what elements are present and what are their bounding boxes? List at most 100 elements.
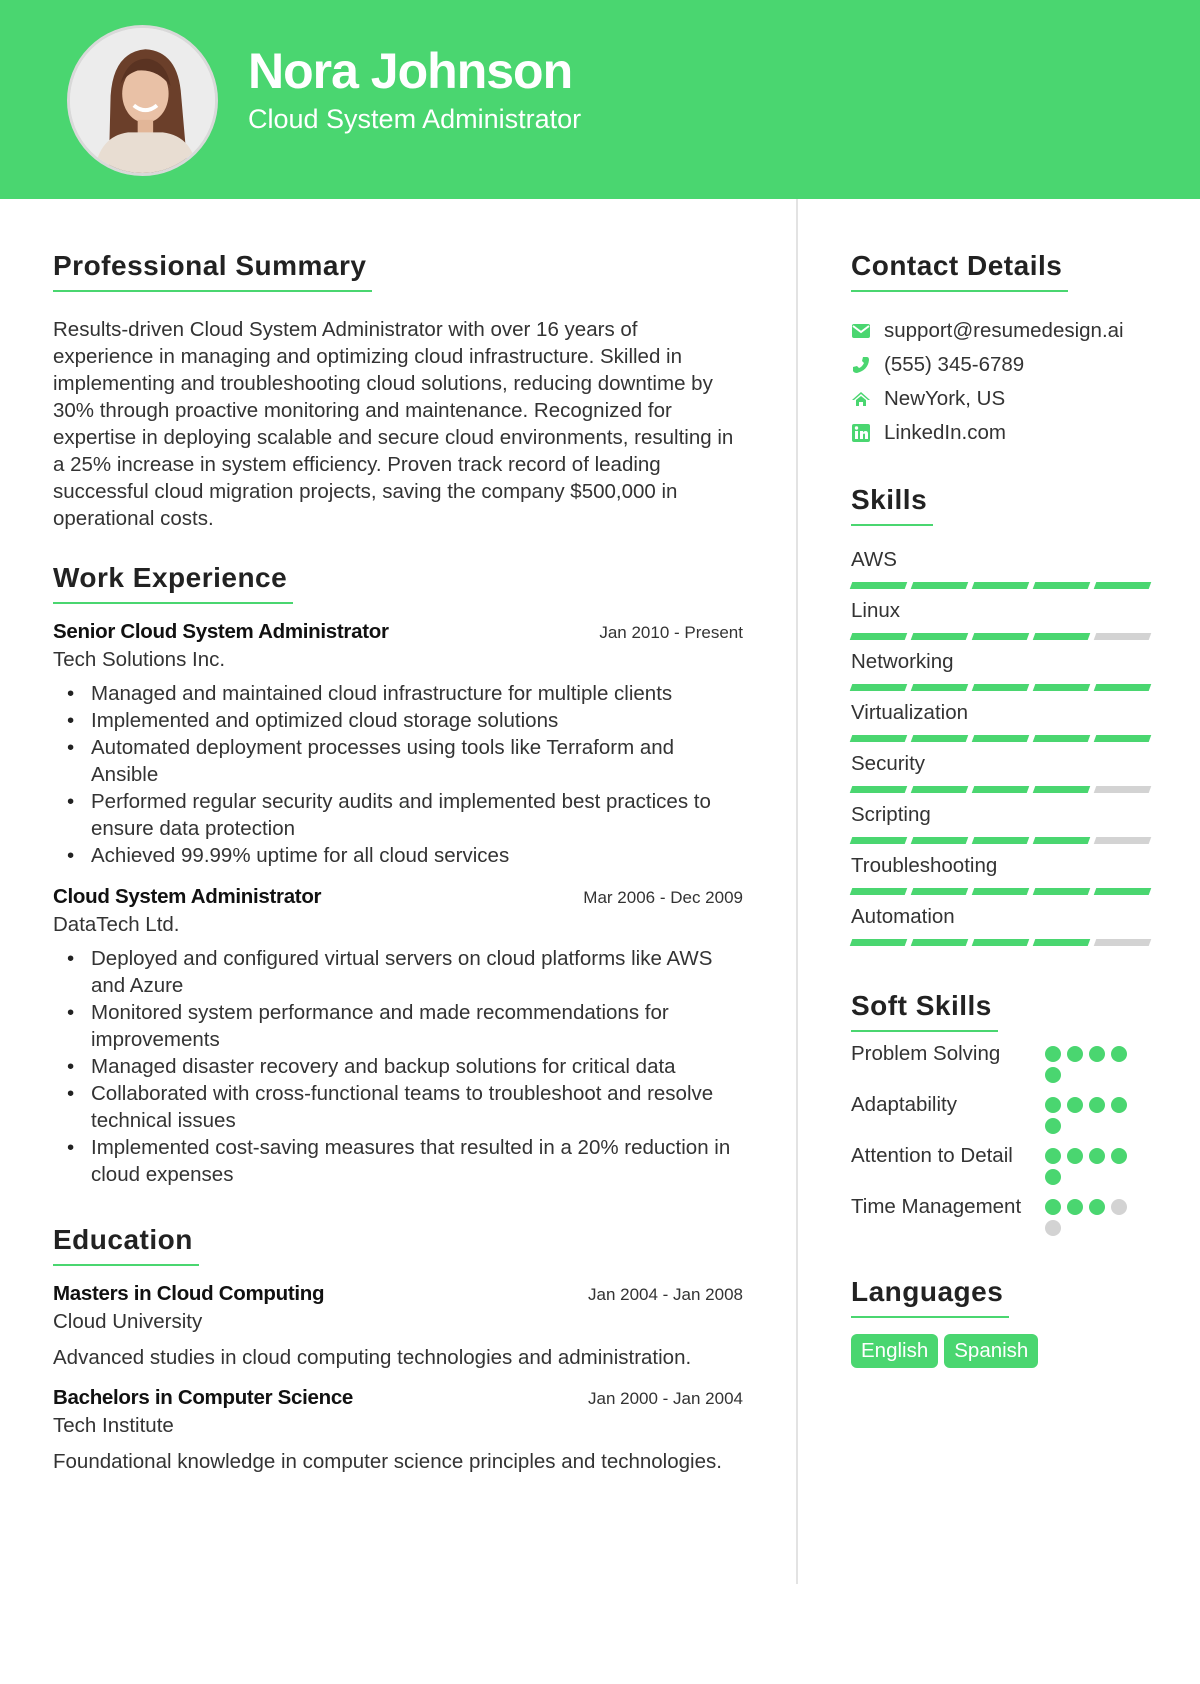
job-bullets: Deployed and configured virtual servers … [53, 945, 743, 1188]
rating-dot [1045, 1118, 1061, 1134]
skill-level-segment [1093, 939, 1152, 946]
contact-list: support@resumedesign.ai (555) 345-6789 New… [851, 314, 1151, 450]
skill-level-segment [1032, 888, 1091, 895]
rating-dot [1045, 1220, 1061, 1236]
skill-item: Scripting [849, 803, 1152, 844]
rating-dot [1067, 1097, 1083, 1113]
soft-skills-section: Soft Skills Problem Solving Adaptability A… [851, 990, 1151, 1236]
skill-level-bar [849, 888, 1152, 895]
main-column: Professional Summary Results-driven Clou… [53, 250, 743, 1504]
skill-level-segment [910, 837, 969, 844]
skill-level-segment [1093, 837, 1152, 844]
job-company: DataTech Ltd. [53, 913, 180, 936]
job-entry: Senior Cloud System Administrator Jan 201… [53, 620, 743, 869]
candidate-title: Cloud System Administrator [248, 104, 582, 134]
skill-level-segment [910, 582, 969, 589]
education-date: Jan 2004 - Jan 2008 [587, 1285, 743, 1304]
bullet-item: Deployed and configured virtual servers … [53, 945, 743, 999]
skill-level-segment [849, 582, 908, 589]
skill-level-segment [849, 684, 908, 691]
job-title: Senior Cloud System Administrator [53, 620, 389, 643]
contact-text[interactable]: LinkedIn.com [884, 421, 1006, 445]
skill-level-segment [971, 939, 1030, 946]
skill-level-segment [910, 684, 969, 691]
skill-name: Linux [851, 599, 901, 622]
bullet-item: Managed disaster recovery and backup sol… [53, 1053, 743, 1080]
soft-skill-name: Time Management [851, 1195, 1022, 1218]
contact-item[interactable]: LinkedIn.com [851, 416, 1151, 450]
school-name: Tech Institute [53, 1414, 174, 1437]
skill-name: Virtualization [851, 701, 968, 724]
job-date: Mar 2006 - Dec 2009 [583, 888, 743, 907]
rating-dot [1089, 1148, 1105, 1164]
skill-name: AWS [851, 548, 897, 571]
contact-text[interactable]: NewYork, US [884, 387, 1005, 411]
skill-name: Troubleshooting [851, 854, 998, 877]
skill-level-segment [1032, 939, 1091, 946]
skill-level-segment [1032, 786, 1091, 793]
section-heading: Education [53, 1224, 199, 1266]
resume-header: Nora Johnson Cloud System Administrator [0, 0, 1200, 199]
job-company: Tech Solutions Inc. [53, 648, 226, 671]
degree-title: Bachelors in Computer Science [53, 1386, 354, 1409]
bullet-item: Collaborated with cross-functional teams… [53, 1080, 743, 1134]
section-heading: Work Experience [53, 562, 294, 604]
contact-item[interactable]: (555) 345-6789 [851, 348, 1151, 382]
contact-item[interactable]: NewYork, US [851, 382, 1151, 416]
contact-text[interactable]: (555) 345-6789 [884, 353, 1024, 377]
rating-dot [1045, 1097, 1061, 1113]
section-heading: Professional Summary [53, 250, 373, 292]
skill-level-segment [1032, 582, 1091, 589]
summary-section: Professional Summary Results-driven Clou… [53, 250, 743, 532]
education-list: Masters in Cloud Computing Jan 2004 - Jan… [53, 1282, 743, 1474]
skill-name: Automation [851, 905, 955, 928]
school-name: Cloud University [53, 1310, 203, 1333]
skill-list: AWS Linux Networking Virtualization Security… [849, 548, 1152, 946]
section-heading: Soft Skills [851, 990, 998, 1032]
skill-level-segment [849, 837, 908, 844]
bullet-item: Implemented and optimized cloud storage … [53, 707, 743, 734]
soft-skill-rating [1045, 1091, 1133, 1134]
skill-level-segment [1093, 633, 1152, 640]
profile-photo [67, 25, 218, 176]
bullet-item: Achieved 99.99% uptime for all cloud ser… [53, 842, 743, 869]
skill-level-segment [910, 786, 969, 793]
education-date: Jan 2000 - Jan 2004 [587, 1389, 743, 1408]
person-avatar-icon [70, 28, 215, 173]
rating-dot [1111, 1097, 1127, 1113]
education-section: Education Masters in Cloud Computing Jan … [53, 1224, 743, 1474]
contact-item[interactable]: support@resumedesign.ai [851, 314, 1151, 348]
skill-level-segment [1032, 633, 1091, 640]
skill-level-bar [849, 735, 1152, 742]
skill-level-bar [849, 939, 1152, 946]
bullet-item: Monitored system performance and made re… [53, 999, 743, 1053]
section-heading: Contact Details [851, 250, 1069, 292]
education-description: Advanced studies in cloud computing tech… [53, 1346, 692, 1369]
soft-skill-name: Problem Solving [851, 1042, 1001, 1065]
rating-dot [1045, 1169, 1061, 1185]
soft-skill-item: Adaptability [851, 1091, 1151, 1134]
rating-dot [1089, 1046, 1105, 1062]
job-title: Cloud System Administrator [53, 885, 322, 908]
education-entry: Masters in Cloud Computing Jan 2004 - Jan… [53, 1282, 743, 1370]
skill-level-segment [1093, 786, 1152, 793]
skill-level-segment [1032, 735, 1091, 742]
rating-dot [1089, 1097, 1105, 1113]
skill-level-segment [971, 582, 1030, 589]
skill-level-segment [971, 786, 1030, 793]
education-entry: Bachelors in Computer Science Jan 2000 - … [53, 1386, 743, 1474]
rating-dot [1045, 1148, 1061, 1164]
column-divider [796, 199, 798, 1584]
job-list: Senior Cloud System Administrator Jan 201… [53, 620, 743, 1188]
summary-text: Results-driven Cloud System Administrato… [53, 318, 734, 530]
skill-level-segment [849, 786, 908, 793]
education-header: Bachelors in Computer Science Jan 2000 - … [53, 1386, 743, 1410]
bullet-item: Performed regular security audits and im… [53, 788, 743, 842]
skill-level-bar [849, 837, 1152, 844]
soft-skill-item: Attention to Detail [851, 1142, 1151, 1185]
skill-item: Security [849, 752, 1152, 793]
skill-item: AWS [849, 548, 1152, 589]
contact-text[interactable]: support@resumedesign.ai [884, 319, 1124, 343]
skill-level-bar [849, 582, 1152, 589]
skill-item: Troubleshooting [849, 854, 1152, 895]
